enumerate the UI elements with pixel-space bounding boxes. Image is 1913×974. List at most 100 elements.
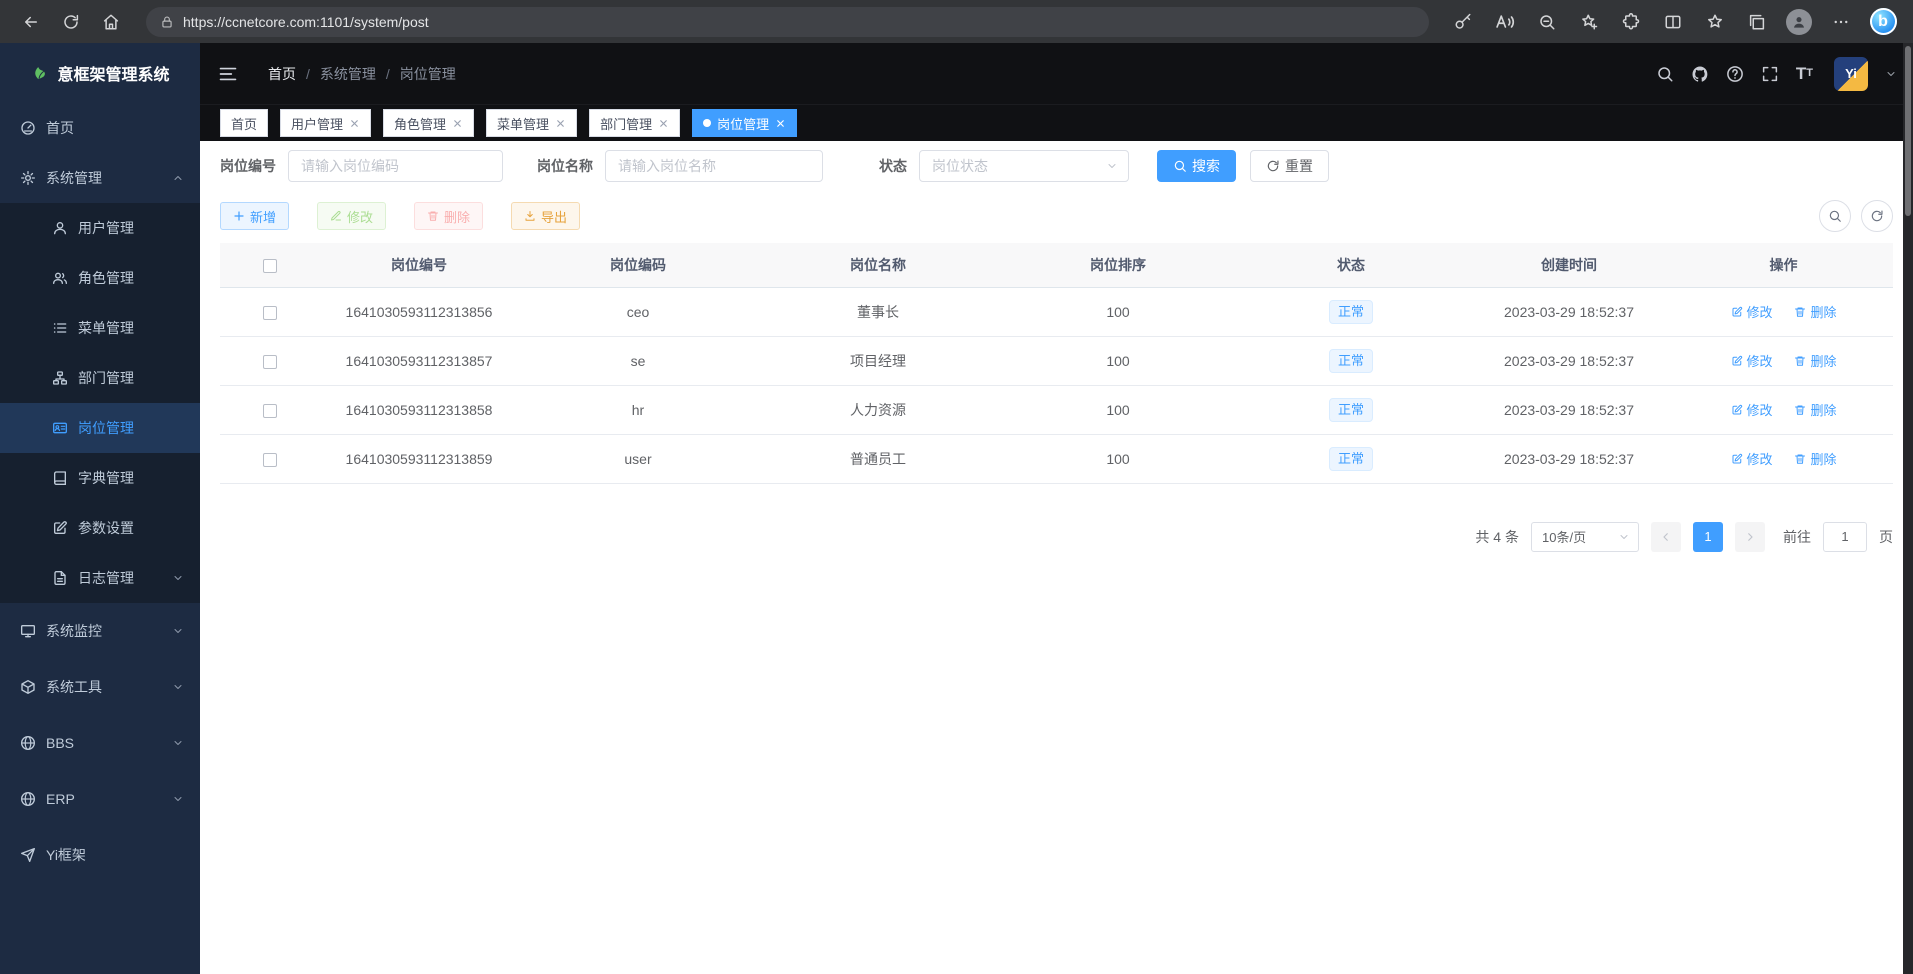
- users-icon: [52, 270, 68, 286]
- sidebar-item-dept-mgmt[interactable]: 部门管理: [0, 353, 200, 403]
- row-edit-link[interactable]: 修改: [1731, 400, 1773, 419]
- post-id-input[interactable]: [288, 150, 503, 182]
- add-favorite-icon[interactable]: [1573, 6, 1605, 38]
- id-badge-icon: [52, 420, 68, 436]
- add-button[interactable]: 新增: [220, 202, 289, 230]
- copilot-bing-icon[interactable]: b: [1867, 6, 1899, 38]
- address-bar[interactable]: https://ccnetcore.com:1101/system/post: [146, 7, 1429, 37]
- tab-role-mgmt[interactable]: 角色管理: [383, 109, 474, 137]
- refresh-table-button[interactable]: [1861, 200, 1893, 232]
- chevron-right-icon: [1744, 531, 1756, 543]
- sidebar-item-label: 岗位管理: [78, 418, 134, 438]
- goto-page-input[interactable]: [1823, 522, 1867, 552]
- close-icon[interactable]: [349, 118, 360, 129]
- refresh-button[interactable]: [54, 6, 88, 38]
- sidebar-group-system-mgmt[interactable]: 系统管理: [0, 153, 200, 203]
- close-icon[interactable]: [452, 118, 463, 129]
- row-delete-link[interactable]: 删除: [1794, 400, 1836, 419]
- page-size-select[interactable]: 10条/页: [1531, 522, 1639, 552]
- sidebar-item-yi-framework[interactable]: Yi框架: [0, 827, 200, 883]
- row-delete-link[interactable]: 删除: [1794, 351, 1836, 370]
- row-edit-link[interactable]: 修改: [1731, 449, 1773, 468]
- goto-label: 前往: [1783, 527, 1811, 547]
- post-name-input[interactable]: [605, 150, 823, 182]
- cell-post-sort: 100: [998, 385, 1238, 434]
- prev-page-button[interactable]: [1651, 522, 1681, 552]
- refresh-icon: [1266, 159, 1280, 173]
- github-icon[interactable]: [1691, 65, 1709, 83]
- close-icon[interactable]: [775, 118, 786, 129]
- tab-home[interactable]: 首页: [220, 109, 268, 137]
- sidebar-item-dict-mgmt[interactable]: 字典管理: [0, 453, 200, 503]
- browser-menu-icon[interactable]: [1825, 6, 1857, 38]
- browser-profile-avatar[interactable]: [1783, 6, 1815, 38]
- select-all-checkbox[interactable]: [263, 259, 277, 273]
- edit-icon: [1731, 404, 1743, 416]
- user-avatar[interactable]: Yi: [1834, 57, 1868, 91]
- globe-icon: [20, 735, 36, 751]
- pagination: 共 4 条 10条/页 1 前往 页: [220, 522, 1893, 552]
- read-aloud-icon[interactable]: [1489, 6, 1521, 38]
- breadcrumb-item-system[interactable]: 系统管理: [320, 64, 376, 84]
- collections-icon[interactable]: [1741, 6, 1773, 38]
- delete-button[interactable]: 删除: [414, 202, 483, 230]
- sidebar-group-system-monitor[interactable]: 系统监控: [0, 603, 200, 659]
- browser-action-icons: b: [1447, 6, 1899, 38]
- cell-created-time: 2023-03-29 18:52:37: [1464, 434, 1674, 483]
- reset-button[interactable]: 重置: [1250, 150, 1329, 182]
- split-screen-icon[interactable]: [1657, 6, 1689, 38]
- sidebar-item-label: Yi框架: [46, 845, 86, 865]
- sidebar-group-erp[interactable]: ERP: [0, 771, 200, 827]
- row-checkbox[interactable]: [263, 453, 277, 467]
- password-key-icon[interactable]: [1447, 6, 1479, 38]
- extensions-icon[interactable]: [1615, 6, 1647, 38]
- home-button[interactable]: [94, 6, 128, 38]
- help-icon[interactable]: [1726, 65, 1744, 83]
- search-button[interactable]: 搜索: [1157, 150, 1236, 182]
- tab-user-mgmt[interactable]: 用户管理: [280, 109, 371, 137]
- sidebar-group-system-tools[interactable]: 系统工具: [0, 659, 200, 715]
- header-search-icon[interactable]: [1656, 65, 1674, 83]
- next-page-button[interactable]: [1735, 522, 1765, 552]
- avatar-dropdown-caret-icon[interactable]: [1885, 68, 1897, 80]
- sidebar-item-param-settings[interactable]: 参数设置: [0, 503, 200, 553]
- row-checkbox[interactable]: [263, 355, 277, 369]
- scrollbar[interactable]: [1903, 43, 1913, 974]
- tab-post-mgmt[interactable]: 岗位管理: [692, 109, 797, 137]
- fullscreen-icon[interactable]: [1761, 65, 1779, 83]
- sidebar-toggle-button[interactable]: [218, 63, 240, 85]
- scrollbar-thumb[interactable]: [1905, 46, 1911, 216]
- back-button[interactable]: [14, 6, 48, 38]
- sidebar-item-label: ERP: [46, 791, 75, 807]
- site-security-icon: [160, 15, 174, 29]
- tab-menu-mgmt[interactable]: 菜单管理: [486, 109, 577, 137]
- row-checkbox[interactable]: [263, 404, 277, 418]
- page-1-button[interactable]: 1: [1693, 522, 1723, 552]
- sidebar: 意框架管理系统 首页 系统管理 用户管理 角色管理 菜单管理 部门管理: [0, 43, 200, 974]
- cell-post-code: hr: [518, 385, 758, 434]
- font-size-icon[interactable]: TT: [1796, 65, 1813, 82]
- close-icon[interactable]: [555, 118, 566, 129]
- edit-button[interactable]: 修改: [317, 202, 386, 230]
- sidebar-item-home[interactable]: 首页: [0, 103, 200, 153]
- export-button[interactable]: 导出: [511, 202, 580, 230]
- sidebar-item-role-mgmt[interactable]: 角色管理: [0, 253, 200, 303]
- status-select[interactable]: 岗位状态: [919, 150, 1129, 182]
- sidebar-item-user-mgmt[interactable]: 用户管理: [0, 203, 200, 253]
- breadcrumb-item-home[interactable]: 首页: [268, 64, 296, 84]
- sidebar-group-bbs[interactable]: BBS: [0, 715, 200, 771]
- row-delete-link[interactable]: 删除: [1794, 302, 1836, 321]
- row-delete-link[interactable]: 删除: [1794, 449, 1836, 468]
- row-edit-link[interactable]: 修改: [1731, 351, 1773, 370]
- favorites-icon[interactable]: [1699, 6, 1731, 38]
- close-icon[interactable]: [658, 118, 669, 129]
- sidebar-item-post-mgmt[interactable]: 岗位管理: [0, 403, 200, 453]
- sidebar-group-log-mgmt[interactable]: 日志管理: [0, 553, 200, 603]
- sidebar-item-label: 角色管理: [78, 268, 134, 288]
- toggle-search-button[interactable]: [1819, 200, 1851, 232]
- sidebar-item-menu-mgmt[interactable]: 菜单管理: [0, 303, 200, 353]
- row-edit-link[interactable]: 修改: [1731, 302, 1773, 321]
- zoom-icon[interactable]: [1531, 6, 1563, 38]
- tab-dept-mgmt[interactable]: 部门管理: [589, 109, 680, 137]
- row-checkbox[interactable]: [263, 306, 277, 320]
